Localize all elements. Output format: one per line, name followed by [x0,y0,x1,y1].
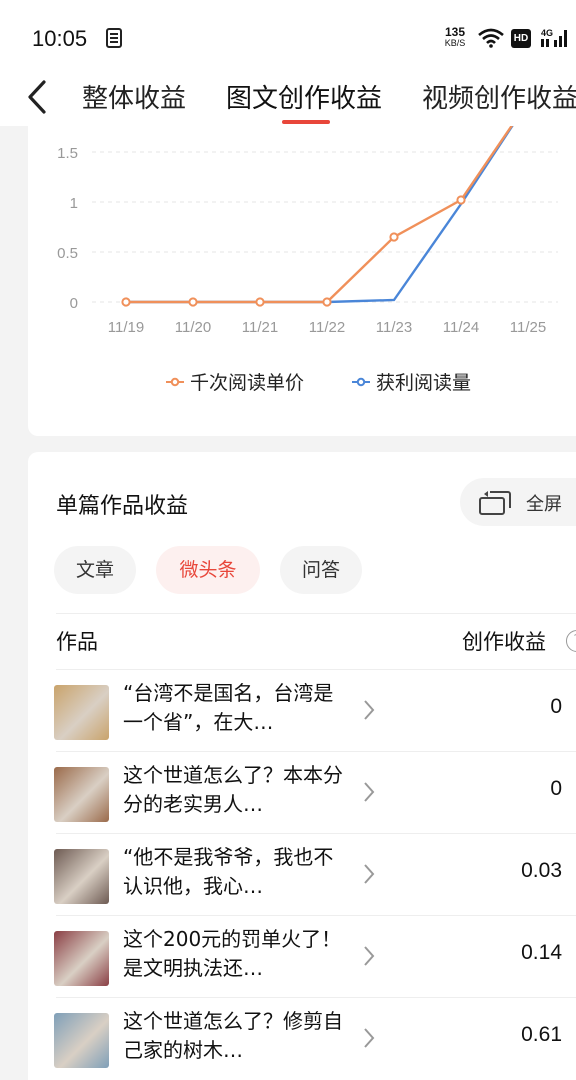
data-point [188,297,198,307]
chevron-right-icon [364,864,375,884]
x-tick-label: 11/21 [242,319,278,336]
network-type: 4G [541,28,553,38]
active-tab-indicator [282,120,330,124]
x-tick-label: 11/24 [443,319,479,336]
thumbnail-image [54,931,109,986]
data-point [121,297,131,307]
thumbnail-image [54,849,109,904]
thumbnail-image [54,1013,109,1068]
row-divider [56,833,576,834]
notification-icon [106,28,122,48]
row-title: “台湾不是国名，台湾是一个省”，在大… [123,681,334,734]
table-row[interactable]: “台湾不是国名，台湾是一个省”，在大… 0 [28,669,576,751]
row-income-value: 0.14 [521,941,562,964]
row-income-value: 0 [550,777,562,800]
table-row[interactable]: “他不是我爷爷，我也不认识他，我心… 0.03 [28,833,576,915]
filter-micro-headline[interactable]: 微头条 [156,546,260,594]
y-tick-label: 1 [70,195,78,212]
row-divider [56,669,576,670]
legend-label: 获利阅读量 [376,372,471,394]
row-title: 这个200元的罚单火了！是文明执法还… [123,927,342,980]
x-tick-label: 11/23 [376,319,412,336]
nav-bar: 整体收益 图文创作收益 视频创作收益 [0,78,576,126]
chevron-right-icon [364,1028,375,1048]
legend-marker [170,377,180,387]
chevron-right-icon [364,782,375,802]
x-tick-label: 11/20 [175,319,211,336]
column-header-income: 创作收益 [462,630,546,654]
data-point [255,297,265,307]
x-tick-label: 11/22 [309,319,345,336]
x-tick-label: 11/25 [510,319,546,336]
y-tick-label: 1.5 [57,145,78,162]
y-tick-label: 0 [70,295,78,312]
row-income-value: 0.03 [521,859,562,882]
hd-badge: HD [511,29,531,48]
row-divider [56,997,576,998]
data-point [389,232,399,242]
table-row[interactable]: 这个世道怎么了？本本分分的老实男人… 0 [28,751,576,833]
fullscreen-label: 全屏 [526,494,562,515]
row-divider [56,915,576,916]
section-title: 单篇作品收益 [56,494,189,519]
fullscreen-icon [479,491,511,515]
income-chart-card: 0 0.5 1 1.5 11/19 11/20 11/21 11/22 11/23 11/24 11… [28,126,576,436]
income-line-chart: 0 0.5 1 1.5 11/19 11/20 11/21 11/22 11/23 11/24 11… [57,126,558,394]
data-point [456,195,466,205]
network-speed-unit: KB/S [444,38,466,48]
help-icon[interactable]: ? [566,630,576,652]
row-title: 这个世道怎么了？修剪自己家的树木… [123,1009,343,1062]
works-income-card: 单篇作品收益 全屏 文章 微头条 问答 作品 创作收益 ? “台湾不是国名，台湾… [28,452,576,1080]
filter-qa[interactable]: 问答 [280,546,362,594]
thumbnail-image [54,767,109,822]
x-tick-label: 11/19 [108,319,144,336]
signal-icon: 4G [541,28,567,47]
data-point [322,297,332,307]
legend-label: 千次阅读单价 [190,372,304,394]
tab-overall-income[interactable]: 整体收益 [82,78,186,115]
row-income-value: 0 [550,695,562,718]
status-bar: 10:05 135 KB/S HD 4G [0,0,576,78]
row-income-value: 0.61 [521,1023,562,1046]
column-header-work: 作品 [56,630,98,654]
row-title: “他不是我爷爷，我也不认识他，我心… [123,845,334,898]
tab-article-income[interactable]: 图文创作收益 [226,78,382,115]
table-row[interactable]: 这个200元的罚单火了！是文明执法还… 0.14 [28,915,576,997]
network-speed-value: 135 [444,25,466,39]
chevron-right-icon [364,700,375,720]
thumbnail-image [54,685,109,740]
back-button[interactable] [20,78,56,118]
status-time: 10:05 [32,26,88,51]
wifi-icon [478,28,504,48]
table-row[interactable]: 这个世道怎么了？修剪自己家的树木… 0.61 [28,997,576,1079]
legend-marker [356,377,366,387]
filter-article[interactable]: 文章 [54,546,136,594]
divider [56,613,576,614]
network-speed: 135 KB/S [440,26,470,48]
row-divider [56,751,576,752]
row-title: 这个世道怎么了？本本分分的老实男人… [123,763,343,816]
y-tick-label: 0.5 [57,245,78,262]
tab-video-income[interactable]: 视频创作收益 [422,78,576,115]
chevron-right-icon [364,946,375,966]
fullscreen-button[interactable]: 全屏 [460,478,576,526]
